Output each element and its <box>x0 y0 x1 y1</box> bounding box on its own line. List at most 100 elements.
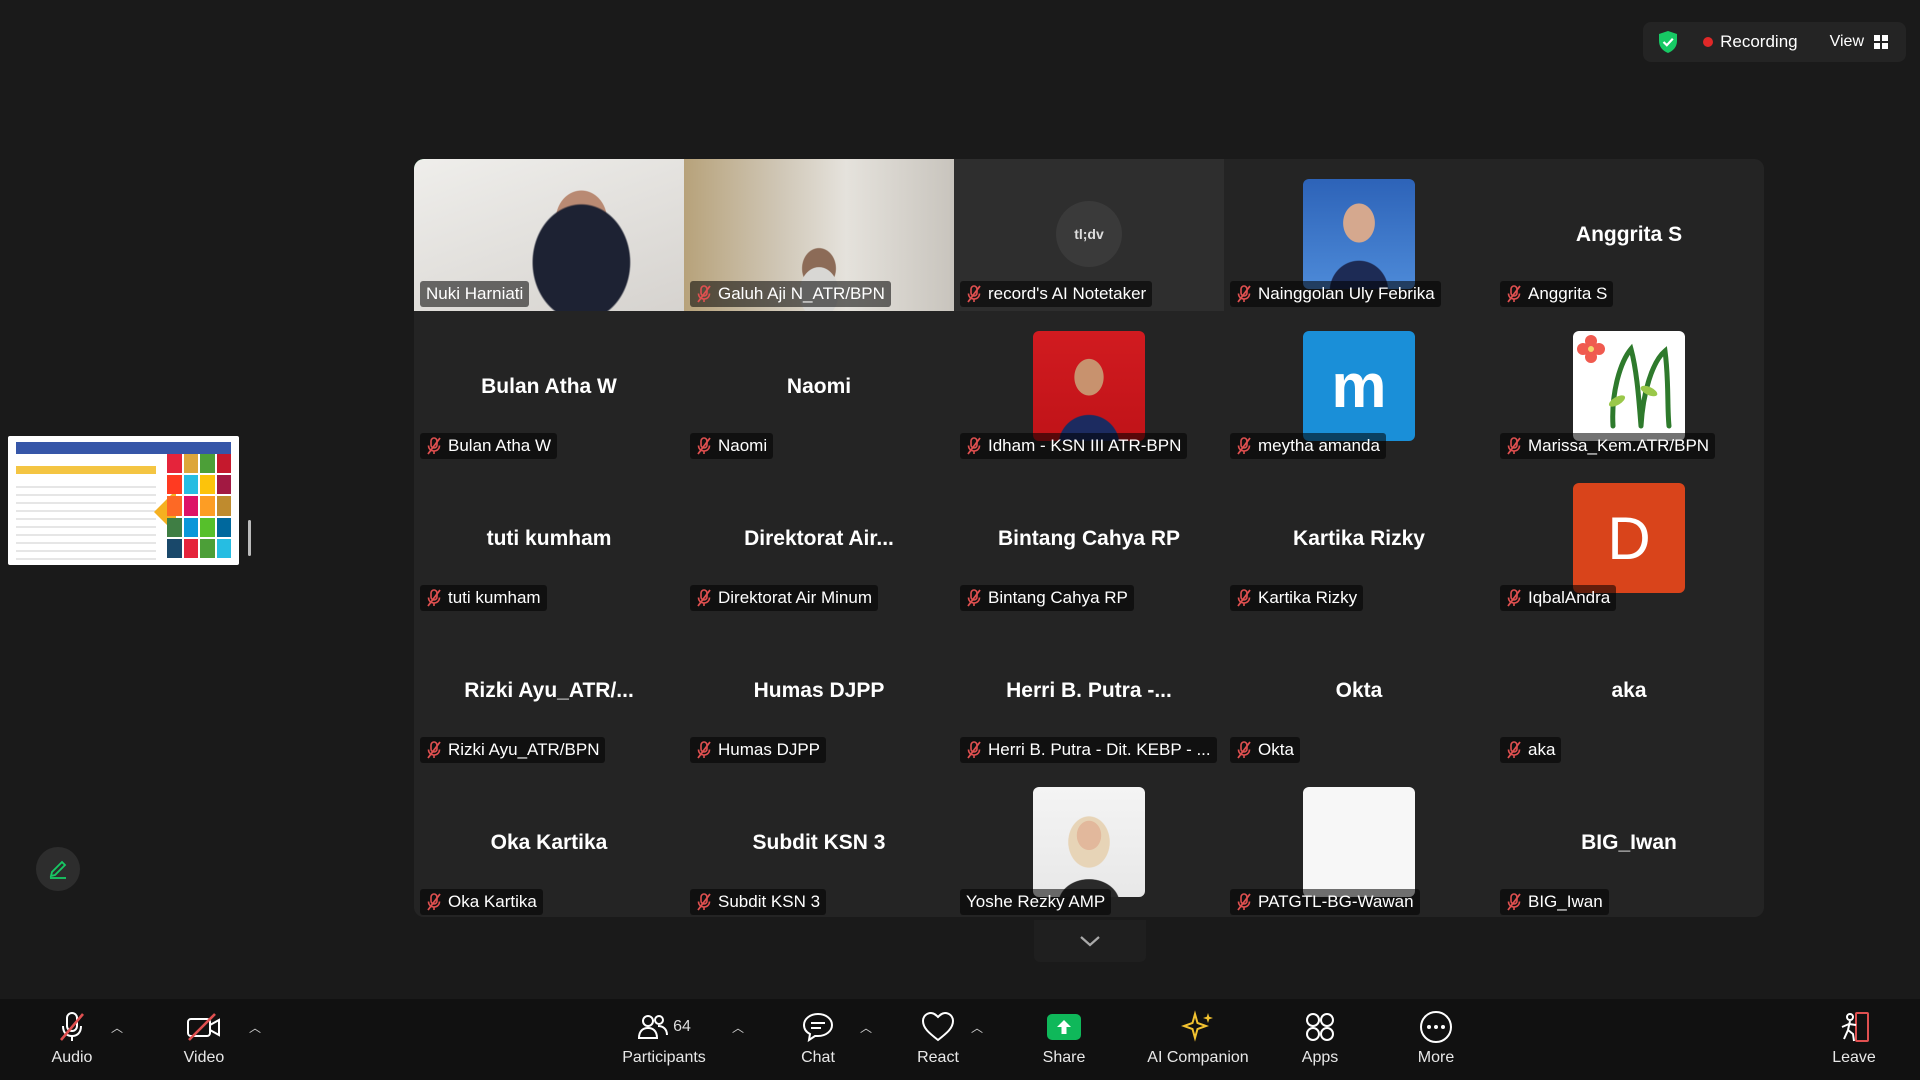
audio-button[interactable]: Audio <box>44 1007 100 1073</box>
next-page-button[interactable] <box>1034 920 1146 962</box>
mic-muted-icon <box>696 285 712 303</box>
mic-muted-icon <box>426 741 442 759</box>
participant-tile[interactable]: Idham - KSN III ATR-BPN <box>954 311 1224 463</box>
participant-display-name: tuti kumham <box>486 527 612 550</box>
participant-display-name: Humas DJPP <box>753 679 885 702</box>
participant-name-label: Idham - KSN III ATR-BPN <box>960 433 1188 459</box>
participant-tile[interactable]: m meytha amanda <box>1224 311 1494 463</box>
participant-name: PATGTL-BG-Wawan <box>1258 892 1414 911</box>
more-button[interactable]: More <box>1408 1007 1464 1073</box>
participant-tile[interactable]: Oka Kartika Oka Kartika <box>414 767 684 917</box>
recording-indicator[interactable]: Recording <box>1695 32 1806 52</box>
participant-tile[interactable]: aka aka <box>1494 615 1764 767</box>
participants-button[interactable]: 64 Participants <box>614 1007 714 1073</box>
participant-tile[interactable]: Galuh Aji N_ATR/BPN <box>684 159 954 311</box>
participant-name: Kartika Rizky <box>1258 588 1358 607</box>
participant-name-label: aka <box>1500 737 1562 763</box>
mic-muted-icon <box>60 1012 84 1041</box>
chat-label: Chat <box>801 1049 835 1066</box>
more-dots-icon <box>1420 1011 1452 1043</box>
participant-tile[interactable]: tl;dv record's AI Notetaker <box>954 159 1224 311</box>
participant-gallery: Nuki Harniati Galuh Aji N_ATR/BPN tl;dv rec… <box>414 159 1764 917</box>
participant-tile[interactable]: Okta Okta <box>1224 615 1494 767</box>
avatar <box>1573 331 1685 441</box>
security-shield-icon[interactable] <box>1655 29 1681 55</box>
mic-muted-icon <box>426 893 442 911</box>
participants-label: Participants <box>622 1049 706 1066</box>
audio-options-caret[interactable]: ︿ <box>111 1019 123 1036</box>
video-off-icon <box>187 1013 220 1041</box>
participant-tile[interactable]: Yoshe Rezky AMP <box>954 767 1224 917</box>
participant-name-label: Marissa_Kem.ATR/BPN <box>1500 433 1716 459</box>
participant-name: Galuh Aji N_ATR/BPN <box>718 284 885 303</box>
mic-muted-icon <box>1506 893 1522 911</box>
participant-display-name: aka <box>1611 679 1647 702</box>
participant-name: IqbalAndra <box>1528 588 1611 607</box>
mic-muted-icon <box>426 437 442 455</box>
participant-tile[interactable]: Nainggolan Uly Febrika <box>1224 159 1494 311</box>
participant-tile[interactable]: Bulan Atha W Bulan Atha W <box>414 311 684 463</box>
mic-muted-icon <box>426 589 442 607</box>
grid-view-icon <box>1874 35 1888 49</box>
audio-label: Audio <box>51 1049 93 1066</box>
apps-button[interactable]: Apps <box>1292 1007 1348 1073</box>
participant-tile[interactable]: Subdit KSN 3 Subdit KSN 3 <box>684 767 954 917</box>
react-button[interactable]: React <box>910 1007 966 1073</box>
participant-name-label: Subdit KSN 3 <box>690 889 827 915</box>
avatar: D <box>1573 483 1685 593</box>
participant-tile[interactable]: Kartika Rizky Kartika Rizky <box>1224 463 1494 615</box>
participant-name: BIG_Iwan <box>1528 892 1603 911</box>
heart-icon <box>921 1011 955 1042</box>
share-button[interactable]: Share <box>1036 1007 1092 1073</box>
participant-tile[interactable]: Marissa_Kem.ATR/BPN <box>1494 311 1764 463</box>
participant-tile[interactable]: Naomi Naomi <box>684 311 954 463</box>
participant-name: Idham - KSN III ATR-BPN <box>988 436 1182 455</box>
leave-button[interactable]: Leave <box>1826 1007 1882 1073</box>
participant-name: Nuki Harniati <box>426 284 524 303</box>
participant-display-name: Herri B. Putra -... <box>1006 679 1172 702</box>
react-options-caret[interactable]: ︿ <box>971 1019 983 1036</box>
mic-muted-icon <box>1236 893 1252 911</box>
sdg-grid-image <box>167 454 231 558</box>
participant-name-label: PATGTL-BG-Wawan <box>1230 889 1420 915</box>
mic-muted-icon <box>966 285 982 303</box>
participant-name-label: Anggrita S <box>1500 281 1614 307</box>
participant-name: Subdit KSN 3 <box>718 892 821 911</box>
participant-name-label: Humas DJPP <box>690 737 827 763</box>
annotate-button[interactable] <box>36 847 80 891</box>
video-button[interactable]: Video <box>176 1007 232 1073</box>
participant-tile[interactable]: Bintang Cahya RP Bintang Cahya RP <box>954 463 1224 615</box>
more-label: More <box>1417 1049 1455 1066</box>
participant-display-name: Direktorat Air... <box>744 527 894 550</box>
participant-name: Humas DJPP <box>718 740 821 759</box>
chat-options-caret[interactable]: ︿ <box>860 1019 872 1036</box>
participant-tile[interactable]: Direktorat Air... Direktorat Air Minum <box>684 463 954 615</box>
participant-tile[interactable]: D IqbalAndra <box>1494 463 1764 615</box>
participant-tile[interactable]: Humas DJPP Humas DJPP <box>684 615 954 767</box>
participants-options-caret[interactable]: ︿ <box>732 1019 744 1036</box>
participant-name-label: Bulan Atha W <box>420 433 558 459</box>
shared-screen-thumbnail[interactable] <box>8 436 239 565</box>
participant-name-label: BIG_Iwan <box>1500 889 1609 915</box>
participant-tile[interactable]: BIG_Iwan BIG_Iwan <box>1494 767 1764 917</box>
participant-tile[interactable]: PATGTL-BG-Wawan <box>1224 767 1494 917</box>
participant-name: Marissa_Kem.ATR/BPN <box>1528 436 1710 455</box>
panel-resize-handle[interactable] <box>248 520 251 556</box>
pencil-icon <box>49 860 67 879</box>
view-button[interactable]: View <box>1820 33 1892 51</box>
participant-name: aka <box>1528 740 1556 759</box>
ai-companion-button[interactable]: AI Companion <box>1140 1007 1256 1073</box>
participant-tile[interactable]: Anggrita S Anggrita S <box>1494 159 1764 311</box>
mic-muted-icon <box>1236 741 1252 759</box>
participant-tile[interactable]: Herri B. Putra -... Herri B. Putra - Dit.… <box>954 615 1224 767</box>
mic-muted-icon <box>1506 285 1522 303</box>
participant-display-name: Oka Kartika <box>490 831 608 854</box>
chat-button[interactable]: Chat <box>790 1007 846 1073</box>
meeting-status-bar: Recording View <box>1643 22 1906 62</box>
participant-tile[interactable]: Nuki Harniati <box>414 159 684 311</box>
participant-name: Direktorat Air Minum <box>718 588 872 607</box>
participant-display-name: Kartika Rizky <box>1293 527 1425 550</box>
video-options-caret[interactable]: ︿ <box>249 1019 261 1036</box>
participant-tile[interactable]: Rizki Ayu_ATR/... Rizki Ayu_ATR/BPN <box>414 615 684 767</box>
participant-tile[interactable]: tuti kumham tuti kumham <box>414 463 684 615</box>
